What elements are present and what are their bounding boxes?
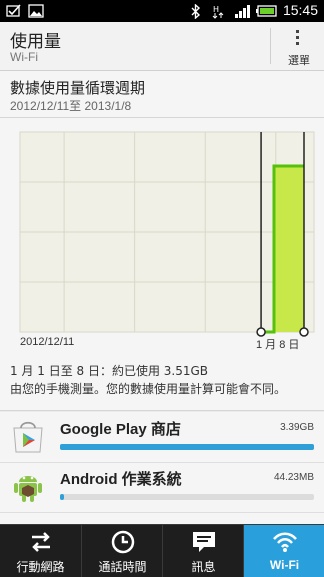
action-bar-divider bbox=[270, 28, 271, 64]
range-end-handle bbox=[299, 327, 309, 337]
checked-box-icon bbox=[6, 4, 21, 17]
app-data-size: 44.23MB bbox=[273, 472, 314, 483]
menu-label: 選單 bbox=[288, 54, 310, 67]
tab-label: Wi-Fi bbox=[269, 558, 300, 572]
usage-note-text: 由您的手機測量。您的數據使用量計算可能會不同。 bbox=[10, 382, 287, 396]
app-usage-bar-fill bbox=[60, 444, 314, 450]
action-bar: 使用量 Wi-Fi 選單 bbox=[0, 22, 324, 71]
usage-chart-svg bbox=[19, 131, 315, 337]
app-usage-bar-fill bbox=[60, 494, 64, 500]
bottom-tab-bar: 行動網路 通話時間 訊息 Wi-Fi bbox=[0, 524, 324, 577]
range-start-handle bbox=[256, 327, 266, 337]
signal-icon bbox=[235, 5, 250, 18]
app-name: Android 作業系統 bbox=[60, 471, 182, 488]
data-usage-cycle-selector[interactable]: 數據使用量循環週期 2012/12/11至 2013/1/8 bbox=[0, 71, 324, 118]
app-data-size: 3.39GB bbox=[280, 422, 314, 433]
menu-button[interactable]: 選單 bbox=[274, 22, 324, 70]
hsdpa-icon: H bbox=[212, 5, 224, 19]
usage-summary: 1 月 1 日至 8 日：約已使用 3.51GB 由您的手機測量。您的數據使用量… bbox=[0, 354, 324, 411]
tab-call-time[interactable]: 通話時間 bbox=[81, 525, 163, 577]
tab-label: 行動網路 bbox=[16, 560, 65, 574]
app-usage-list: Google Play 商店 3.39GB Android 作業系統 44.23… bbox=[0, 412, 324, 524]
tab-mobile-network[interactable]: 行動網路 bbox=[0, 525, 81, 577]
usage-chart: 2012/12/11 1 月 8 日 bbox=[0, 118, 324, 354]
tab-label: 訊息 bbox=[191, 560, 216, 574]
clock-icon bbox=[111, 530, 135, 554]
cycle-dates: 2012/12/11至 2013/1/8 bbox=[10, 99, 132, 113]
chart-usage-area bbox=[274, 166, 304, 332]
image-icon bbox=[28, 4, 44, 18]
message-icon bbox=[193, 532, 215, 552]
battery-icon bbox=[256, 5, 277, 17]
list-item-android-os[interactable]: Android 作業系統 44.23MB bbox=[0, 462, 324, 513]
app-name: Google Play 商店 bbox=[60, 421, 181, 438]
clock-time: 15:45 bbox=[282, 2, 318, 18]
overflow-menu-icon bbox=[296, 30, 299, 48]
mobile-network-arrows-icon bbox=[32, 532, 50, 552]
google-play-store-icon bbox=[13, 421, 43, 453]
app-usage-bar bbox=[60, 494, 314, 500]
status-bar: H 15:45 bbox=[0, 0, 324, 22]
android-robot-icon bbox=[14, 476, 42, 502]
tab-wifi[interactable]: Wi-Fi bbox=[243, 525, 324, 577]
list-item-google-play[interactable]: Google Play 商店 3.39GB bbox=[0, 412, 324, 463]
page-subtitle: Wi-Fi bbox=[10, 50, 38, 64]
tab-messages[interactable]: 訊息 bbox=[162, 525, 244, 577]
tab-label: 通話時間 bbox=[98, 560, 147, 574]
bluetooth-icon bbox=[191, 4, 201, 19]
cycle-title: 數據使用量循環週期 bbox=[10, 79, 146, 97]
page-title: 使用量 bbox=[10, 32, 61, 52]
app-usage-bar bbox=[60, 444, 314, 450]
svg-text:H: H bbox=[213, 5, 219, 14]
wifi-icon bbox=[273, 532, 297, 552]
usage-summary-text: 1 月 1 日至 8 日：約已使用 3.51GB bbox=[10, 364, 209, 378]
chart-x-end-label: 1 月 8 日 bbox=[256, 339, 300, 351]
chart-x-start-label: 2012/12/11 bbox=[20, 336, 75, 348]
